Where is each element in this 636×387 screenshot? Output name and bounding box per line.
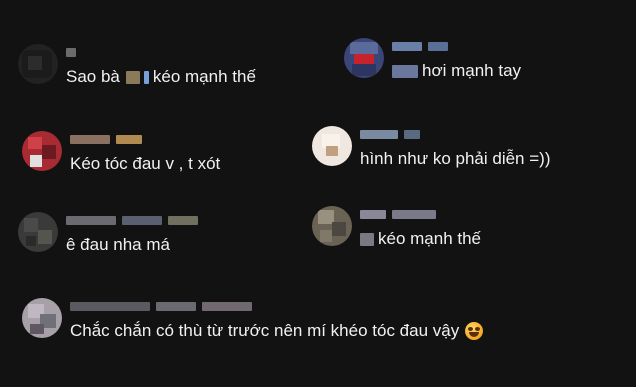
- comment-text-part: kéo mạnh thế: [378, 229, 482, 248]
- comment-text-part: Kéo tóc đau v , t xót: [70, 154, 221, 173]
- avatar[interactable]: [312, 126, 352, 166]
- comment-text-part: Chắc chắn có thù từ trước nên mí khéo tó…: [70, 321, 460, 340]
- comment-text: Chắc chắn có thù từ trước nên mí khéo tó…: [70, 320, 484, 342]
- mention-blurred[interactable]: [360, 232, 374, 246]
- comment-text-part: kéo mạnh thế: [152, 67, 256, 86]
- avatar[interactable]: [22, 298, 62, 338]
- mention-blurred[interactable]: [143, 70, 149, 84]
- comment-text: Sao bà kéo mạnh thế: [66, 66, 256, 88]
- comment-text-part: ê đau nha má: [66, 235, 170, 254]
- avatar[interactable]: [18, 44, 58, 84]
- smiling-face-with-sweat-emoji: [465, 322, 484, 340]
- comment-text-part: hình như ko phải diễn =)): [360, 149, 551, 168]
- username-blurred[interactable]: [66, 46, 76, 58]
- comment-text: hình như ko phải diễn =)): [360, 148, 550, 170]
- mention-blurred[interactable]: [392, 64, 418, 78]
- username-blurred[interactable]: [70, 133, 142, 145]
- comment-text-part: Sao bà: [66, 67, 120, 86]
- avatar[interactable]: [22, 131, 62, 171]
- avatar[interactable]: [344, 38, 384, 78]
- username-blurred[interactable]: [392, 40, 448, 52]
- comment-text: hơi mạnh tay: [392, 60, 521, 82]
- username-blurred[interactable]: [360, 208, 436, 220]
- avatar[interactable]: [312, 206, 352, 246]
- comment-text: ê đau nha má: [66, 234, 170, 256]
- username-blurred[interactable]: [360, 128, 420, 140]
- avatar[interactable]: [18, 212, 58, 252]
- comment-text: kéo mạnh thế: [360, 228, 481, 250]
- username-blurred[interactable]: [70, 300, 252, 312]
- comment-text-part: hơi mạnh tay: [422, 61, 522, 80]
- mention-blurred[interactable]: [125, 70, 140, 84]
- username-blurred[interactable]: [66, 214, 198, 226]
- comment-text: Kéo tóc đau v , t xót: [70, 153, 220, 175]
